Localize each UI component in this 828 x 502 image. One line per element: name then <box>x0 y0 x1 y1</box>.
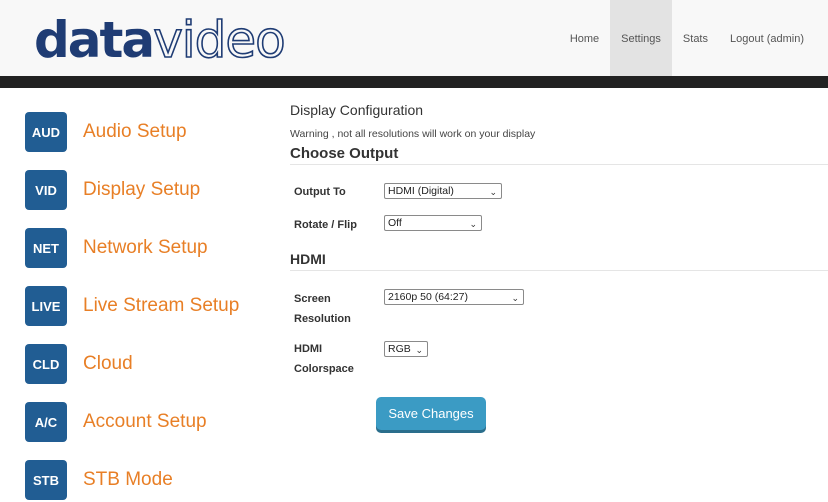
sidebar-item-label: Cloud <box>83 353 133 374</box>
sidebar-badge-ac: A/C <box>25 402 67 442</box>
sidebar-item-label: Display Setup <box>83 179 201 200</box>
sidebar-item-label: Network Setup <box>83 237 208 258</box>
output-to-value: HDMI (Digital) <box>388 185 454 197</box>
logo-bold-text: data <box>34 11 155 69</box>
top-nav: Home Settings Stats Logout (admin) <box>559 0 828 76</box>
screen-resolution-label-line2: Resolution <box>294 313 351 325</box>
output-to-select[interactable]: HDMI (Digital) ⌄ <box>384 183 502 199</box>
divider <box>290 270 828 271</box>
sidebar-item-label: Live Stream Setup <box>83 295 240 316</box>
choose-output-heading: Choose Output <box>290 145 399 162</box>
sidebar-item-network-setup[interactable]: NET Network Setup <box>25 228 265 268</box>
sidebar-item-label: Account Setup <box>83 411 207 432</box>
divider <box>290 164 828 165</box>
nav-home[interactable]: Home <box>559 0 610 76</box>
screen-resolution-select[interactable]: 2160p 50 (64:27) ⌄ <box>384 289 524 305</box>
sidebar-item-label: Audio Setup <box>83 121 187 142</box>
chevron-down-icon: ⌄ <box>489 187 497 197</box>
hdmi-heading: HDMI <box>290 251 326 267</box>
hdmi-colorspace-select[interactable]: RGB ⌄ <box>384 341 428 357</box>
rotate-flip-label: Rotate / Flip <box>294 219 357 231</box>
save-changes-button[interactable]: Save Changes <box>376 397 486 430</box>
sidebar-item-label: STB Mode <box>83 469 173 490</box>
nav-logout[interactable]: Logout (admin) <box>719 0 828 76</box>
resolution-warning: Warning , not all resolutions will work … <box>290 128 536 140</box>
chevron-down-icon: ⌄ <box>511 293 519 303</box>
sidebar-item-account-setup[interactable]: A/C Account Setup <box>25 402 265 442</box>
chevron-down-icon: ⌄ <box>415 345 423 355</box>
nav-stats[interactable]: Stats <box>672 0 719 76</box>
output-to-label: Output To <box>294 186 346 198</box>
chevron-down-icon: ⌄ <box>469 219 477 229</box>
sidebar-badge-stb: STB <box>25 460 67 500</box>
rotate-flip-value: Off <box>388 217 402 229</box>
sidebar-item-live-stream-setup[interactable]: LIVE Live Stream Setup <box>25 286 265 326</box>
datavideo-logo[interactable]: datavideo <box>34 11 287 69</box>
hdmi-colorspace-label-line2: Colorspace <box>294 363 354 375</box>
sidebar-badge-net: NET <box>25 228 67 268</box>
screen-resolution-label-line1: Screen <box>294 293 331 305</box>
sidebar-badge-cld: CLD <box>25 344 67 384</box>
sidebar-item-stb-mode[interactable]: STB STB Mode <box>25 460 265 500</box>
rotate-flip-select[interactable]: Off ⌄ <box>384 215 482 231</box>
sidebar-item-audio-setup[interactable]: AUD Audio Setup <box>25 112 265 152</box>
logo-light-text: video <box>152 11 286 69</box>
hdmi-colorspace-label-line1: HDMI <box>294 343 323 355</box>
page-title: Display Configuration <box>290 102 424 118</box>
screen-resolution-value: 2160p 50 (64:27) <box>388 291 468 303</box>
sidebar-item-display-setup[interactable]: VID Display Setup <box>25 170 265 210</box>
header: datavideo Home Settings Stats Logout (ad… <box>0 0 828 76</box>
sidebar-badge-live: LIVE <box>25 286 67 326</box>
hdmi-colorspace-value: RGB <box>388 343 411 355</box>
sidebar-item-cloud[interactable]: CLD Cloud <box>25 344 265 384</box>
sidebar-badge-aud: AUD <box>25 112 67 152</box>
header-divider-bar <box>0 76 828 88</box>
sidebar-badge-vid: VID <box>25 170 67 210</box>
nav-settings[interactable]: Settings <box>610 0 672 76</box>
